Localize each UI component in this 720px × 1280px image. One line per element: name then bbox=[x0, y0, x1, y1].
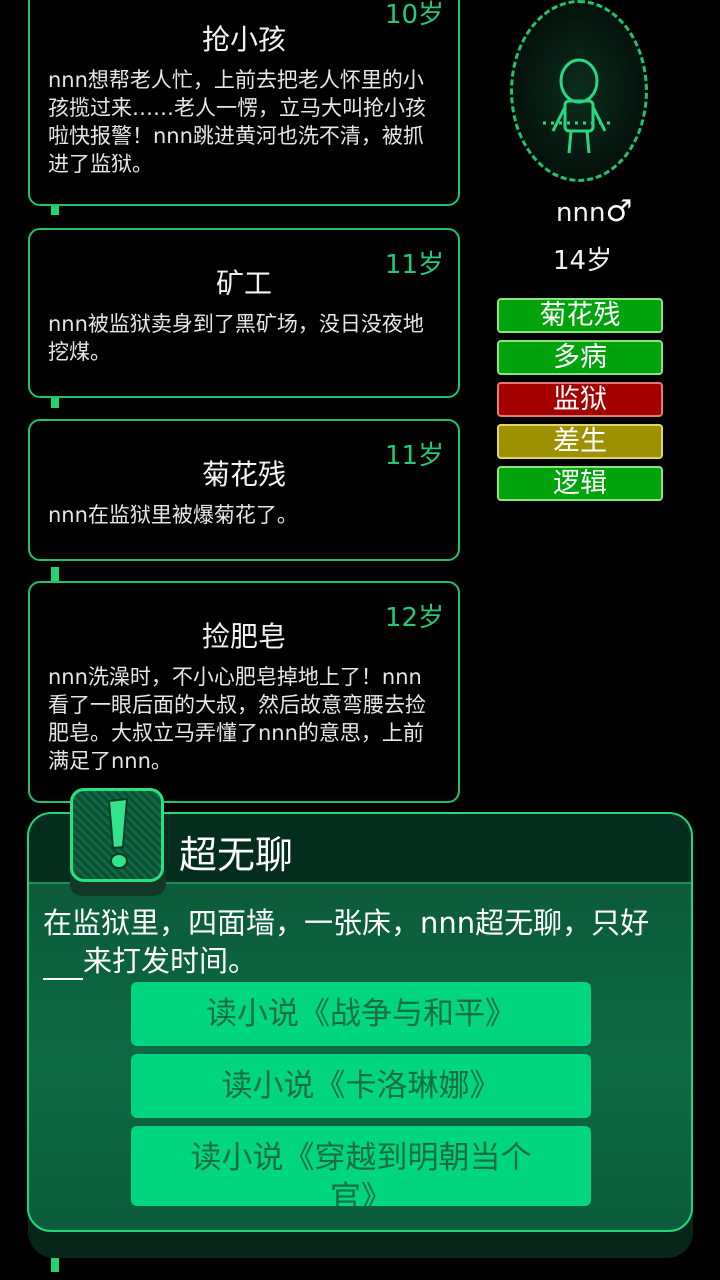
question-text: 在监狱里，四面墙，一张床，nnn超无聊，只好 bbox=[43, 906, 650, 940]
exclamation-mark-glyph bbox=[107, 797, 129, 869]
choice-button[interactable]: 读小说《卡洛琳娜》 bbox=[131, 1054, 591, 1118]
dialog-question: 在监狱里，四面墙，一张床，nnn超无聊，只好来打发时间。 bbox=[43, 904, 679, 980]
event-description: nnn洗澡时，不小心肥皂掉地上了！nnn看了一眼后面的大叔，然后故意弯腰去捡肥皂… bbox=[48, 665, 426, 773]
male-icon: ♂ bbox=[605, 194, 633, 229]
blank-line bbox=[43, 952, 83, 980]
trait-badge: 监狱 bbox=[497, 382, 663, 417]
choice-button[interactable]: 读小说《战争与和平》 bbox=[131, 982, 591, 1046]
event-card: 10岁 抢小孩 nnn想帮老人忙，上前去把老人怀里的小孩揽过来……老人一愣，立马… bbox=[28, 0, 460, 206]
event-card: 11岁 菊花残 nnn在监狱里被爆菊花了。 bbox=[28, 419, 460, 561]
dialog-title: 超无聊 bbox=[179, 833, 294, 877]
player-age: 14岁 bbox=[553, 246, 613, 276]
event-card: 11岁 矿工 nnn被监狱卖身到了黑矿场，没日没夜地挖煤。 bbox=[28, 228, 460, 398]
player-name: nnn bbox=[556, 198, 606, 228]
question-text-end: 来打发时间。 bbox=[83, 944, 258, 978]
trait-badge: 多病 bbox=[497, 340, 663, 375]
event-title: 抢小孩 bbox=[201, 23, 286, 56]
event-description: nnn被监狱卖身到了黑矿场，没日没夜地挖煤。 bbox=[48, 312, 424, 364]
event-card: 12岁 捡肥皂 nnn洗澡时，不小心肥皂掉地上了！nnn看了一眼后面的大叔，然后… bbox=[28, 581, 460, 803]
event-title: 矿工 bbox=[215, 267, 272, 300]
trait-badge: 菊花残 bbox=[497, 298, 663, 333]
event-description: nnn在监狱里被爆菊花了。 bbox=[48, 503, 298, 527]
trait-badge: 逻辑 bbox=[497, 466, 663, 501]
avatar bbox=[510, 0, 648, 182]
timeline-connector bbox=[51, 567, 59, 581]
timeline-connector bbox=[51, 205, 59, 215]
choice-button[interactable]: 读小说《穿越到明朝当个官》 bbox=[131, 1126, 591, 1206]
exclamation-icon bbox=[70, 788, 164, 882]
trait-badge: 差生 bbox=[497, 424, 663, 459]
event-title: 菊花残 bbox=[201, 458, 286, 491]
stick-figure-icon bbox=[543, 58, 613, 154]
event-title: 捡肥皂 bbox=[201, 620, 286, 653]
player-name-row: nnn♂ bbox=[556, 194, 632, 229]
event-description: nnn想帮老人忙，上前去把老人怀里的小孩揽过来……老人一愣，立马大叫抢小孩啦快报… bbox=[48, 68, 426, 176]
